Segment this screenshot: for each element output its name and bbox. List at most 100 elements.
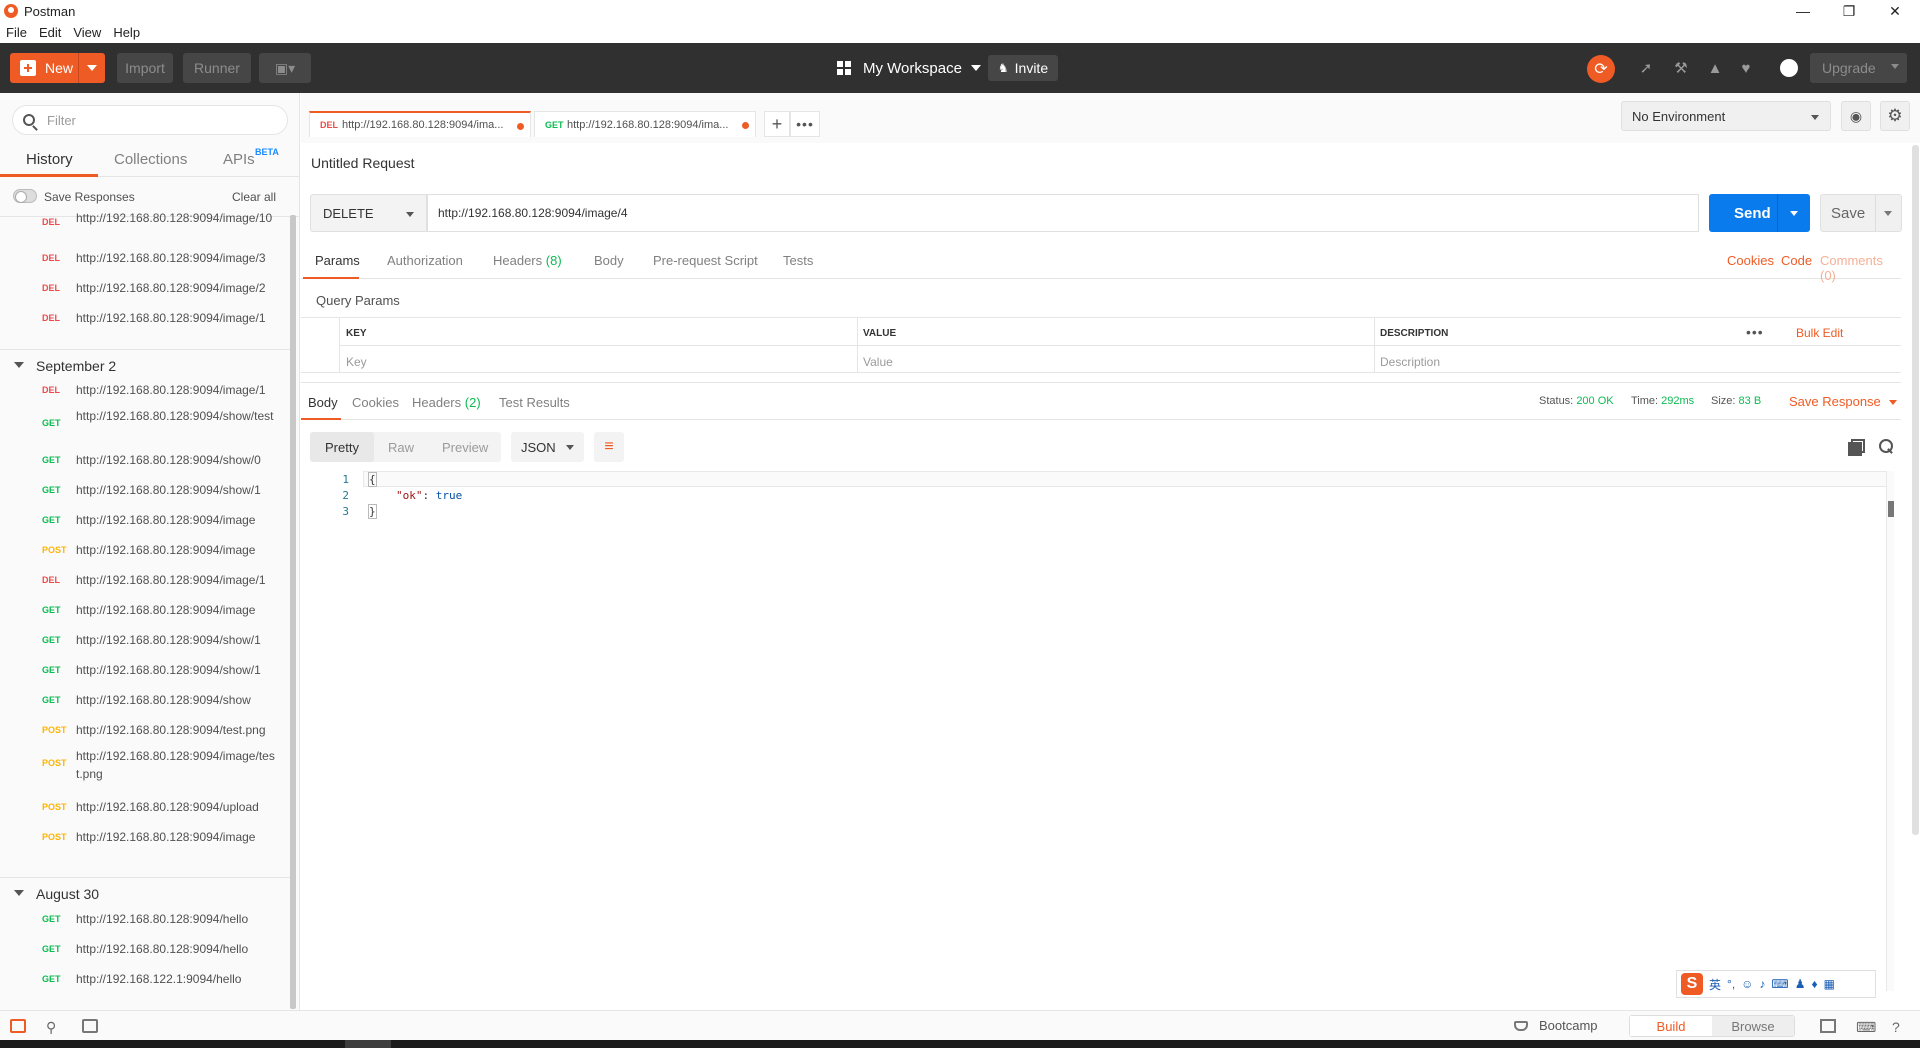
bulk-edit-link[interactable]: Bulk Edit (1796, 326, 1843, 340)
emoji-icon[interactable]: ☺ (1741, 977, 1753, 991)
heart-icon[interactable]: ♥ (1736, 58, 1756, 78)
skin-icon[interactable]: ♦ (1812, 977, 1818, 991)
eye-icon[interactable]: ◉ (1841, 101, 1871, 131)
new-window-button[interactable]: ▣▾ (259, 53, 311, 83)
save-response-button[interactable]: Save Response (1789, 394, 1897, 409)
url-input[interactable]: http://192.168.80.128:9094/image/4 (427, 194, 1699, 232)
save-button[interactable]: Save (1820, 194, 1902, 232)
new-tab-button[interactable]: + (764, 111, 790, 137)
window-title: Postman (24, 3, 76, 19)
two-pane-view-icon[interactable] (1820, 1019, 1836, 1033)
tab-tests[interactable]: Tests (783, 253, 813, 268)
toolbox-icon[interactable]: ▦ (1824, 977, 1835, 991)
pretty-button[interactable]: Pretty (325, 440, 359, 455)
workspace-selector[interactable]: My Workspace (837, 53, 981, 83)
tab-headers[interactable]: Headers (8) (493, 253, 562, 268)
keyboard-shortcuts-icon[interactable]: ⌨ (1856, 1019, 1876, 1035)
cookies-link[interactable]: Cookies (1727, 253, 1774, 268)
sogou-logo-icon[interactable]: S (1681, 973, 1703, 995)
ime-punctuation-toggle[interactable]: °, (1727, 977, 1735, 991)
menu-help[interactable]: Help (107, 25, 146, 40)
column-header-value: VALUE (863, 328, 897, 339)
close-window-button[interactable]: ✕ (1872, 0, 1918, 22)
tab-body[interactable]: Body (594, 253, 624, 268)
more-options-icon[interactable]: ••• (1746, 324, 1764, 340)
tab-test-results[interactable]: Test Results (499, 395, 570, 410)
cloud-icon[interactable] (1777, 58, 1801, 78)
response-body-editor[interactable]: 1 { 2 "ok": true 3 } (301, 471, 1894, 1001)
tab-response-headers[interactable]: Headers (2) (412, 395, 481, 410)
environment-select[interactable]: No Environment (1621, 101, 1831, 131)
help-icon[interactable]: ? (1892, 1019, 1908, 1035)
send-caret-icon[interactable] (1790, 211, 1798, 216)
list-item[interactable]: DEL http://192.168.80.128:9094/image/2 (0, 279, 292, 303)
param-value-input[interactable]: Value (863, 355, 893, 369)
collapse-caret-icon (14, 890, 24, 896)
list-item[interactable]: DEL http://192.168.80.128:9094/image/10 (0, 213, 292, 245)
filter-input[interactable]: Filter (12, 105, 288, 135)
param-key-input[interactable]: Key (346, 355, 367, 369)
gear-icon[interactable]: ⚙ (1880, 101, 1910, 131)
send-button[interactable]: Send (1709, 194, 1810, 232)
tab-response-body[interactable]: Body (308, 395, 338, 410)
tab-history[interactable]: History (26, 151, 73, 168)
sidebar-scrollbar[interactable] (290, 215, 296, 1009)
menu-view[interactable]: View (67, 25, 107, 40)
upgrade-button[interactable]: Upgrade (1810, 53, 1907, 83)
wrench-icon[interactable]: ⚒ (1671, 58, 1691, 78)
save-caret-icon[interactable] (1884, 211, 1892, 216)
find-replace-icon[interactable]: ⚲ (46, 1019, 62, 1035)
browse-mode-button[interactable]: Browse (1712, 1016, 1794, 1036)
clear-all-button[interactable]: Clear all (232, 190, 276, 204)
new-dropdown-caret-icon[interactable] (87, 65, 97, 71)
list-item[interactable]: DEL http://192.168.80.128:9094/image/3 (0, 249, 292, 273)
save-responses-toggle[interactable] (13, 189, 37, 203)
interceptor-icon[interactable]: ➚ (1636, 58, 1656, 78)
list-item[interactable]: DEL http://192.168.80.128:9094/image/1 (0, 309, 292, 333)
restore-button[interactable]: ❐ (1826, 0, 1872, 22)
param-description-input[interactable]: Description (1380, 355, 1440, 369)
request-tab-2[interactable]: GET http://192.168.80.128:9094/ima... (534, 111, 756, 137)
raw-button[interactable]: Raw (388, 440, 414, 455)
format-select[interactable]: JSON (511, 432, 584, 462)
console-icon[interactable] (82, 1019, 98, 1033)
history-group-september-2[interactable]: September 2 (0, 349, 292, 379)
tab-options-icon[interactable]: ••• (790, 111, 820, 137)
history-options: Save Responses Clear all (0, 177, 300, 217)
tab-collections[interactable]: Collections (114, 151, 187, 168)
copy-icon[interactable] (1848, 439, 1865, 456)
new-button[interactable]: New (10, 53, 105, 83)
editor-scrollbar[interactable] (1886, 471, 1894, 991)
filter-placeholder: Filter (47, 112, 76, 128)
import-button[interactable]: Import (117, 53, 173, 83)
tab-authorization[interactable]: Authorization (387, 253, 463, 268)
ime-language-toggle[interactable]: 英 (1709, 976, 1721, 993)
comments-link[interactable]: Comments (0) (1820, 253, 1901, 283)
history-group-august-30[interactable]: August 30 (0, 877, 292, 907)
tab-response-cookies[interactable]: Cookies (352, 395, 399, 410)
wrap-lines-icon[interactable]: ≡ (594, 432, 624, 462)
code-link[interactable]: Code (1781, 253, 1812, 268)
sync-icon[interactable]: ⟳ (1587, 55, 1615, 83)
menu-edit[interactable]: Edit (33, 25, 67, 40)
tab-params[interactable]: Params (315, 253, 360, 268)
preview-button[interactable]: Preview (442, 440, 488, 455)
request-title[interactable]: Untitled Request (311, 155, 415, 171)
toggle-sidebar-icon[interactable] (10, 1019, 26, 1033)
method-select[interactable]: DELETE (310, 194, 427, 232)
bell-icon[interactable]: ▲ (1705, 58, 1725, 78)
search-icon[interactable] (1879, 439, 1893, 453)
main-scrollbar[interactable] (1912, 145, 1919, 835)
runner-button[interactable]: Runner (183, 53, 251, 83)
minimize-button[interactable]: — (1780, 0, 1826, 22)
build-mode-button[interactable]: Build (1630, 1016, 1712, 1036)
request-tab-1[interactable]: DEL http://192.168.80.128:9094/ima... (309, 111, 531, 137)
tab-apis[interactable]: APIs (223, 151, 255, 168)
microphone-icon[interactable]: ♪ (1759, 977, 1765, 991)
invite-button[interactable]: ♞ Invite (988, 55, 1058, 81)
user-icon[interactable]: ♟ (1795, 977, 1806, 991)
menu-file[interactable]: File (0, 25, 33, 40)
tab-prerequest-script[interactable]: Pre-request Script (653, 253, 758, 268)
bootcamp-button[interactable]: Bootcamp (1514, 1018, 1598, 1033)
keyboard-icon[interactable]: ⌨ (1771, 977, 1788, 991)
